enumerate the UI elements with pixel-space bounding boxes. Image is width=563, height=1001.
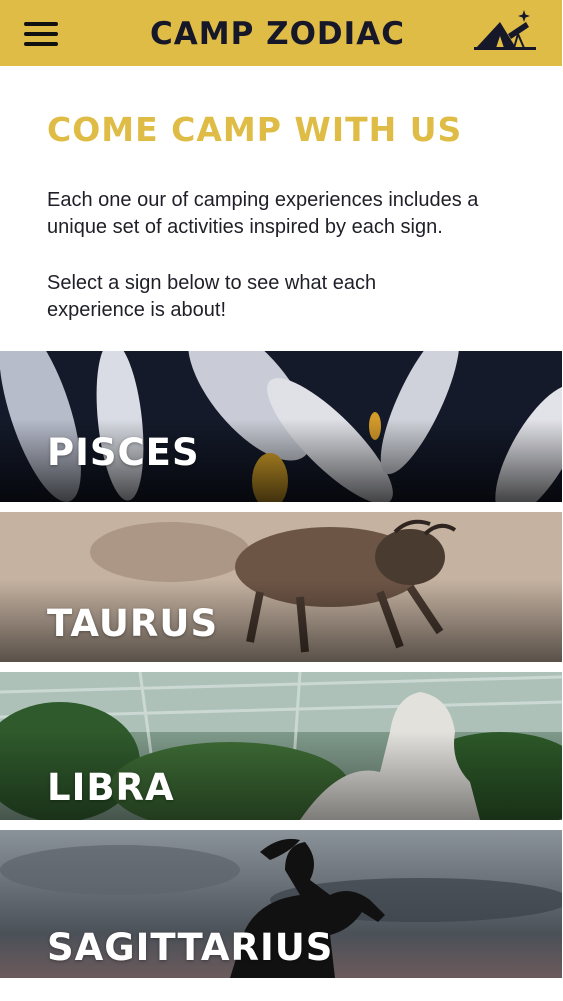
intro-paragraph: Each one our of camping experiences incl… (47, 189, 479, 238)
sign-label-pisces: PISCES (47, 431, 200, 474)
sign-card-taurus[interactable]: TAURUS (0, 512, 562, 662)
sign-card-sagittarius[interactable]: SAGITTARIUS (0, 830, 562, 978)
sign-label-sagittarius: SAGITTARIUS (47, 926, 334, 969)
intro-section: COME CAMP WITH US Each one our of campin… (47, 110, 527, 321)
brand-logo-text[interactable]: CAMP ZODIAC (150, 14, 410, 54)
intro-instruction: Select a sign below to see what each exp… (47, 272, 377, 321)
page-heading: COME CAMP WITH US (47, 110, 463, 149)
top-bar: CAMP ZODIAC (0, 0, 562, 66)
sign-label-libra: LIBRA (47, 766, 175, 809)
sign-card-pisces[interactable]: PISCES (0, 351, 562, 502)
hamburger-menu-icon[interactable] (24, 20, 60, 48)
sign-label-taurus: TAURUS (47, 602, 219, 645)
sign-card-libra[interactable]: LIBRA (0, 672, 562, 820)
koi-fish-image (0, 351, 562, 502)
tent-telescope-icon (474, 10, 536, 50)
